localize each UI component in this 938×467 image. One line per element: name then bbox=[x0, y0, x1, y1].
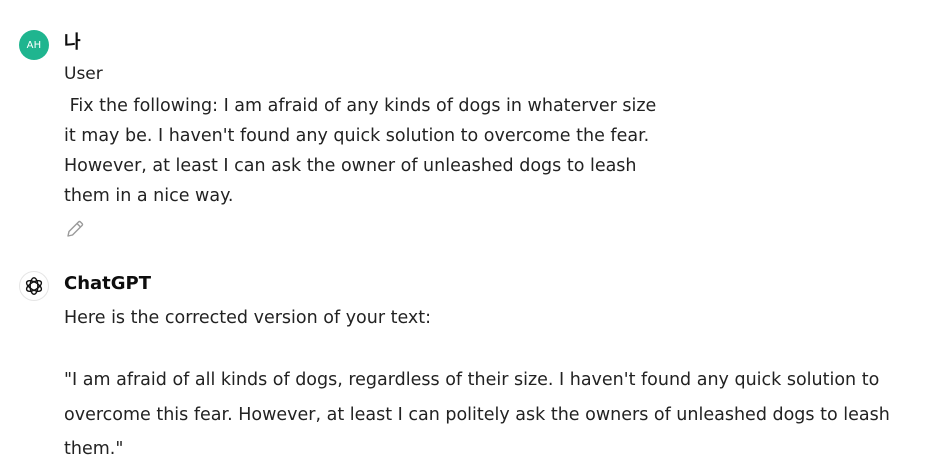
assistant-corrected-text: "I am afraid of all kinds of dogs, regar… bbox=[64, 370, 890, 459]
user-avatar-initials: AH bbox=[26, 39, 42, 51]
assistant-avatar bbox=[19, 271, 49, 301]
assistant-intro-text: Here is the corrected version of your te… bbox=[64, 308, 432, 328]
user-role-label: User bbox=[64, 64, 103, 84]
user-message-text: Fix the following: I am afraid of any ki… bbox=[64, 96, 657, 206]
assistant-name: ChatGPT bbox=[64, 273, 152, 294]
openai-logo-icon bbox=[25, 277, 43, 295]
user-avatar: AH bbox=[19, 30, 49, 60]
pencil-icon[interactable] bbox=[64, 218, 86, 240]
user-display-name: 나 bbox=[64, 32, 81, 53]
pencil-icon-svg bbox=[67, 220, 84, 237]
